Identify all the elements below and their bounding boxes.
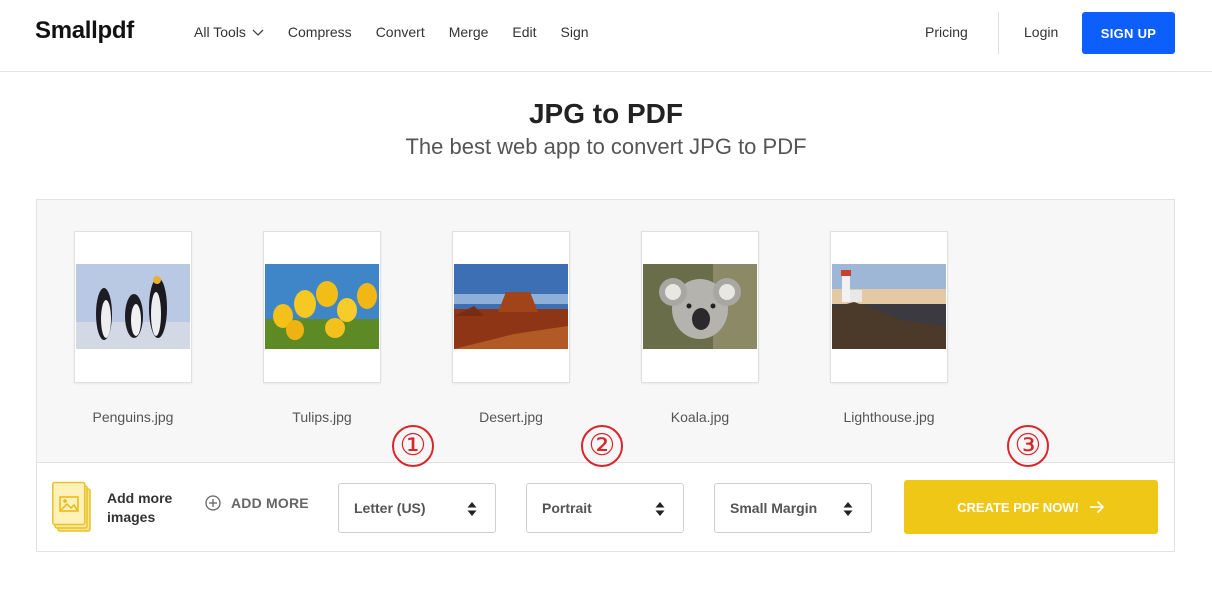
margin-value: Small Margin [730, 500, 818, 516]
conversion-toolbar: Add more images ADD MORE Letter (US) Por… [37, 462, 1174, 551]
file-card[interactable]: Tulips.jpg [263, 231, 381, 425]
create-pdf-button[interactable]: CREATE PDF NOW! [904, 480, 1158, 534]
arrow-right-icon [1089, 500, 1105, 514]
sort-arrows-icon [655, 502, 665, 516]
nav-edit[interactable]: Edit [512, 24, 536, 40]
margin-select[interactable]: Small Margin [714, 483, 872, 533]
nav-all-tools[interactable]: All Tools [194, 24, 264, 40]
file-name: Koala.jpg [670, 409, 730, 425]
nav-pricing[interactable]: Pricing [925, 24, 968, 40]
orientation-select[interactable]: Portrait [526, 483, 684, 533]
annotation-marker-1: ① [392, 425, 434, 467]
file-thumbnail[interactable] [452, 231, 570, 383]
file-name: Desert.jpg [479, 409, 543, 425]
smallpdf-logo[interactable]: Smallpdf [35, 17, 134, 45]
file-thumbnail[interactable] [263, 231, 381, 383]
koala-image [643, 264, 757, 349]
page-subtitle: The best web app to convert JPG to PDF [405, 134, 807, 159]
file-card[interactable]: Penguins.jpg [74, 231, 192, 425]
file-name: Penguins.jpg [92, 409, 174, 425]
signup-button[interactable]: SIGN UP [1082, 12, 1175, 54]
nav-merge[interactable]: Merge [449, 24, 489, 40]
add-images-label: Add more images [107, 490, 173, 525]
file-thumbnail[interactable] [74, 231, 192, 383]
annotation-marker-2: ② [581, 425, 623, 467]
create-pdf-label: CREATE PDF NOW! [957, 499, 1079, 515]
add-more-button[interactable]: ADD MORE [205, 495, 309, 511]
nav-compress[interactable]: Compress [288, 24, 352, 40]
annotation-marker-3: ③ [1007, 425, 1049, 467]
plus-circle-icon [205, 495, 221, 511]
file-thumbnail[interactable] [641, 231, 759, 383]
login-link[interactable]: Login [1024, 24, 1058, 40]
main-nav: All Tools Compress Convert Merge Edit Si… [194, 24, 613, 40]
sort-arrows-icon [843, 502, 853, 516]
page-size-value: Letter (US) [354, 500, 426, 516]
file-thumbnail[interactable] [830, 231, 948, 383]
tulips-image [265, 264, 379, 349]
file-name: Tulips.jpg [292, 409, 352, 425]
file-name: Lighthouse.jpg [843, 409, 935, 425]
top-navigation-bar: Smallpdf All Tools Compress Convert Merg… [0, 0, 1212, 72]
sort-arrows-icon [467, 502, 477, 516]
add-images-icon[interactable] [52, 481, 92, 533]
nav-convert[interactable]: Convert [376, 24, 425, 40]
page-title: JPG to PDF [528, 98, 683, 129]
lighthouse-image [832, 264, 946, 349]
desert-image [454, 264, 568, 349]
file-card[interactable]: Desert.jpg [452, 231, 570, 425]
file-workspace: Penguins.jpg Tulips.jpg Desert.jpg Koala… [36, 199, 1175, 552]
file-card[interactable]: Koala.jpg [641, 231, 759, 425]
file-card[interactable]: Lighthouse.jpg [830, 231, 948, 425]
nav-all-tools-label: All Tools [194, 24, 246, 40]
page-size-select[interactable]: Letter (US) [338, 483, 496, 533]
chevron-down-icon [252, 29, 264, 36]
header-divider [998, 12, 999, 54]
nav-sign[interactable]: Sign [561, 24, 589, 40]
add-more-label: ADD MORE [231, 495, 309, 511]
penguins-image [76, 264, 190, 349]
orientation-value: Portrait [542, 500, 592, 516]
